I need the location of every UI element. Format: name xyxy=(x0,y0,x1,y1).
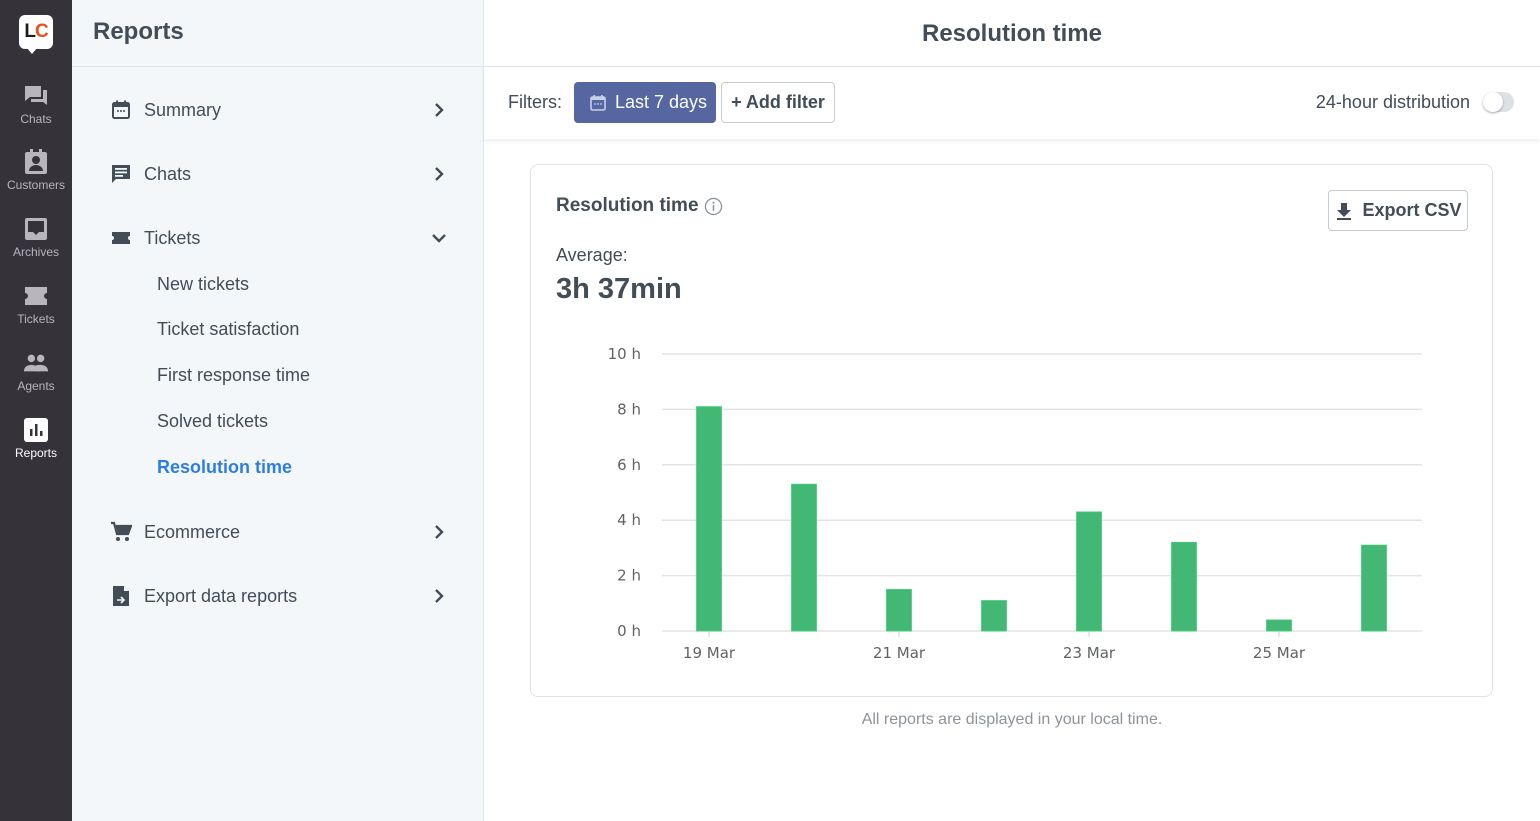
bar xyxy=(696,406,722,632)
resolution-time-bar-chart: 0 h 2 h 4 h 6 h 8 h 10 h 19 Mar 21 Mar 23 Mar 25 … xyxy=(608,345,1422,662)
page-title: Resolution time xyxy=(484,0,1540,67)
bar xyxy=(1076,511,1102,632)
x-tick-label: 23 Mar xyxy=(1063,644,1116,662)
app-rail: LC Chats Customers Archives Tickets Agen… xyxy=(0,0,72,821)
sidebar-subitem-solved-tickets[interactable]: Solved tickets xyxy=(157,411,268,432)
chevron-right-icon xyxy=(435,589,444,603)
toggle-knob xyxy=(1483,92,1503,112)
y-tick-label: 10 h xyxy=(608,345,641,363)
x-tick-label: 19 Mar xyxy=(683,644,736,662)
rail-item-reports[interactable]: Reports xyxy=(0,418,72,478)
main-content: Resolution time Filters: Last 7 days + A… xyxy=(484,0,1540,821)
cart-icon xyxy=(110,521,132,543)
y-tick-label: 6 h xyxy=(617,456,641,474)
sidebar-item-tickets[interactable]: Tickets xyxy=(110,223,450,253)
y-tick-label: 4 h xyxy=(617,511,641,529)
calendar-icon xyxy=(590,94,606,111)
resolution-time-card: Resolution time Export CSV Average: 3h 3… xyxy=(530,164,1493,697)
file-export-icon xyxy=(110,585,132,607)
rail-item-customers[interactable]: Customers xyxy=(0,149,72,210)
bar xyxy=(791,483,817,632)
sidebar-subitem-new-tickets[interactable]: New tickets xyxy=(157,274,249,295)
distribution-toggle-label: 24-hour distribution xyxy=(1315,92,1470,112)
chats-icon xyxy=(23,84,49,108)
chat-icon xyxy=(110,163,132,185)
sidebar-subitem-ticket-satisfaction[interactable]: Ticket satisfaction xyxy=(157,319,299,340)
rail-item-chats[interactable]: Chats xyxy=(0,84,72,144)
y-tick-label: 2 h xyxy=(617,567,641,585)
bar xyxy=(886,589,912,632)
sidebar-item-chats[interactable]: Chats xyxy=(110,159,450,189)
tickets-icon xyxy=(23,284,49,308)
bar xyxy=(1266,619,1292,632)
sidebar-item-ecommerce[interactable]: Ecommerce xyxy=(110,517,450,547)
date-range-filter-button[interactable]: Last 7 days xyxy=(574,82,716,123)
sidebar-item-summary[interactable]: Summary xyxy=(110,95,450,125)
bar xyxy=(1171,541,1197,632)
sidebar-subitem-first-response-time[interactable]: First response time xyxy=(157,365,310,386)
sidebar-item-export-data-reports[interactable]: Export data reports xyxy=(110,581,450,611)
agents-icon xyxy=(23,351,49,375)
x-tick-label: 21 Mar xyxy=(873,644,926,662)
calendar-icon xyxy=(110,99,132,121)
reports-sidebar: Reports Summary Chats Tickets New ticket… xyxy=(72,0,484,821)
rail-item-archives[interactable]: Archives xyxy=(0,217,72,277)
reports-icon xyxy=(23,418,49,442)
bar xyxy=(981,600,1007,632)
local-time-footnote: All reports are displayed in your local … xyxy=(861,711,1163,728)
archives-icon xyxy=(23,217,49,241)
rail-item-agents[interactable]: Agents xyxy=(0,351,72,411)
x-tick-label: 25 Mar xyxy=(1253,644,1306,662)
distribution-toggle[interactable] xyxy=(1483,92,1514,112)
add-filter-button[interactable]: + Add filter xyxy=(721,82,835,123)
rail-item-tickets[interactable]: Tickets xyxy=(0,284,72,344)
livechat-logo[interactable]: LC xyxy=(19,15,53,54)
customers-icon xyxy=(23,149,49,174)
bar xyxy=(1361,544,1387,632)
ticket-icon xyxy=(110,227,132,249)
sidebar-subitem-resolution-time[interactable]: Resolution time xyxy=(157,457,292,478)
chevron-right-icon xyxy=(435,103,444,117)
chevron-right-icon xyxy=(435,525,444,539)
chevron-down-icon xyxy=(432,234,446,243)
sidebar-title: Reports xyxy=(72,0,483,67)
filters-label: Filters: xyxy=(508,92,562,112)
y-tick-label: 8 h xyxy=(617,400,641,418)
filter-bar: Filters: Last 7 days + Add filter 24-hou… xyxy=(484,67,1540,139)
y-tick-label: 0 h xyxy=(617,622,641,640)
chevron-right-icon xyxy=(435,167,444,181)
